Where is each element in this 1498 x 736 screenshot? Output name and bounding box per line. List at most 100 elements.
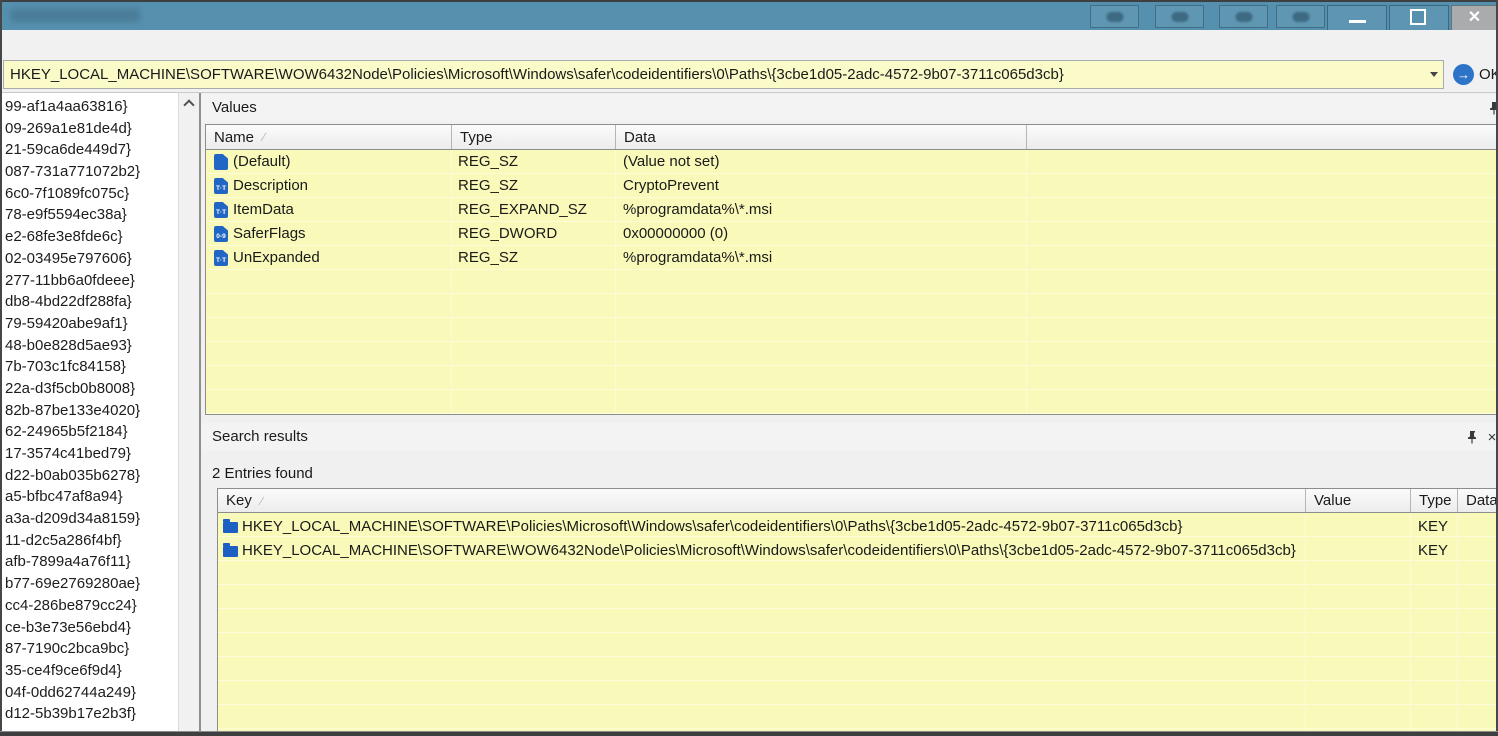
folder-icon xyxy=(223,546,238,557)
search-results-table: Key ∕ Value Type Data HKE xyxy=(217,488,1498,733)
value-data: %programdata%\*.msi xyxy=(623,246,1023,270)
tree-item[interactable]: afb-7899a4a76f11} xyxy=(2,551,178,573)
value-name: UnExpanded xyxy=(233,246,448,270)
tree-item[interactable]: d12-5b39b17e2b3f} xyxy=(2,703,178,725)
value-row[interactable]: (Default) REG_SZ (Value not set) xyxy=(206,150,1498,174)
title-text-remnant xyxy=(10,9,140,22)
tree-item[interactable]: 087-731a771072b2} xyxy=(2,161,178,183)
faded-toolbar-icon xyxy=(1171,12,1188,22)
value-data: 0x00000000 (0) xyxy=(623,222,1023,246)
column-header-data[interactable]: Data xyxy=(1458,489,1498,512)
go-arrow-icon: → xyxy=(1457,67,1470,82)
search-results-panel-header: Search results × xyxy=(201,423,1498,451)
restore-button[interactable] xyxy=(1389,5,1449,31)
window-border-left xyxy=(0,0,2,736)
tree-item[interactable]: 48-b0e828d5ae93} xyxy=(2,335,178,357)
value-row[interactable]: T·T ItemData REG_EXPAND_SZ %programdata%… xyxy=(206,198,1498,222)
go-button[interactable]: → xyxy=(1453,64,1474,85)
address-bar-row: HKEY_LOCAL_MACHINE\SOFTWARE\WOW6432Node\… xyxy=(2,59,1496,93)
tree-item[interactable]: 22a-d3f5cb0b8008} xyxy=(2,378,178,400)
chevron-up-icon xyxy=(183,99,194,110)
close-icon: ✕ xyxy=(1468,10,1481,26)
result-value xyxy=(1314,539,1404,563)
search-results-title: Search results xyxy=(212,428,308,445)
sidebar-scrollbar[interactable] xyxy=(178,93,199,733)
toolbar-area xyxy=(2,30,1496,59)
tree-item[interactable]: 04f-0dd62744a249} xyxy=(2,682,178,704)
search-table-body: HKEY_LOCAL_MACHINE\SOFTWARE\Policies\Mic… xyxy=(218,513,1498,732)
column-header-key[interactable]: Key ∕ xyxy=(218,489,1306,512)
tree-item[interactable]: b77-69e2769280ae} xyxy=(2,573,178,595)
value-type: REG_EXPAND_SZ xyxy=(458,198,613,222)
tree-item[interactable]: 62-24965b5f2184} xyxy=(2,421,178,443)
column-header-value[interactable]: Value xyxy=(1306,489,1411,512)
titlebar-ghost-button-1 xyxy=(1090,5,1139,28)
column-header-type[interactable]: Type xyxy=(452,125,616,149)
titlebar-ghost-button-3 xyxy=(1219,5,1268,28)
value-name: ItemData xyxy=(233,198,448,222)
string-value-icon: T·T xyxy=(214,202,228,218)
tree-item[interactable]: 99-af1a4aa63816} xyxy=(2,96,178,118)
value-name: (Default) xyxy=(233,150,448,174)
string-value-icon: T·T xyxy=(214,250,228,266)
value-row[interactable]: T·T UnExpanded REG_SZ %programdata%\*.ms… xyxy=(206,246,1498,270)
tree-item[interactable]: cc4-286be879cc24} xyxy=(2,595,178,617)
search-result-row[interactable]: HKEY_LOCAL_MACHINE\SOFTWARE\WOW6432Node\… xyxy=(218,539,1498,563)
folder-icon xyxy=(223,522,238,533)
values-panel-header: Values xyxy=(201,94,1498,122)
sort-ascending-icon: ∕ xyxy=(263,130,265,144)
pin-icon[interactable] xyxy=(1464,429,1480,445)
value-data: %programdata%\*.msi xyxy=(623,198,1023,222)
faded-toolbar-icon xyxy=(1292,12,1309,22)
column-header-data[interactable]: Data xyxy=(616,125,1027,149)
tree-item[interactable]: ce-b3e73e56ebd4} xyxy=(2,617,178,639)
registry-tree-sidebar[interactable]: 99-af1a4aa63816} 09-269a1e81de4d} 21-59c… xyxy=(2,93,178,733)
values-table-header: Name ∕ Type Data xyxy=(206,124,1498,150)
registry-editor-window: ✕ HKEY_LOCAL_MACHINE\SOFTWARE\WOW6432Nod… xyxy=(0,0,1498,736)
tree-item[interactable]: d22-b0ab035b6278} xyxy=(2,465,178,487)
address-input[interactable]: HKEY_LOCAL_MACHINE\SOFTWARE\WOW6432Node\… xyxy=(3,60,1444,89)
search-result-row[interactable]: HKEY_LOCAL_MACHINE\SOFTWARE\Policies\Mic… xyxy=(218,515,1498,539)
sort-ascending-icon: ∕ xyxy=(261,494,263,508)
tree-item[interactable]: 87-7190c2bca9bc} xyxy=(2,638,178,660)
tree-item[interactable]: 82b-87be133e4020} xyxy=(2,400,178,422)
column-header-blank[interactable] xyxy=(1027,125,1498,149)
column-header-name[interactable]: Name ∕ xyxy=(206,125,452,149)
values-table-body: (Default) REG_SZ (Value not set) T·T Des… xyxy=(206,150,1498,414)
tree-item[interactable]: 277-11bb6a0fdeee} xyxy=(2,270,178,292)
column-header-type[interactable]: Type xyxy=(1411,489,1458,512)
string-value-icon: T·T xyxy=(214,178,228,194)
tree-item[interactable]: 09-269a1e81de4d} xyxy=(2,118,178,140)
close-button[interactable]: ✕ xyxy=(1451,5,1498,31)
tree-item[interactable]: 17-3574c41bed79} xyxy=(2,443,178,465)
result-data xyxy=(1465,539,1495,563)
address-path-text: HKEY_LOCAL_MACHINE\SOFTWARE\WOW6432Node\… xyxy=(4,66,1064,83)
value-data: (Value not set) xyxy=(623,150,1023,174)
address-dropdown-button[interactable] xyxy=(1424,61,1443,88)
tree-item[interactable]: 78-e9f5594ec38a} xyxy=(2,204,178,226)
result-data xyxy=(1465,515,1495,539)
value-row[interactable]: 0-9 SaferFlags REG_DWORD 0x00000000 (0) xyxy=(206,222,1498,246)
tree-item[interactable]: 79-59420abe9af1} xyxy=(2,313,178,335)
faded-toolbar-icon xyxy=(1235,12,1252,22)
value-name: SaferFlags xyxy=(233,222,448,246)
tree-item[interactable]: a3a-d209d34a8159} xyxy=(2,508,178,530)
value-type: REG_SZ xyxy=(458,246,613,270)
scroll-up-button[interactable] xyxy=(179,93,199,112)
minimize-button[interactable] xyxy=(1327,5,1387,31)
tree-item[interactable]: 7b-703c1fc84158} xyxy=(2,356,178,378)
tree-item[interactable]: 6c0-7f1089fc075c} xyxy=(2,183,178,205)
tree-item[interactable]: db8-4bd22df288fa} xyxy=(2,291,178,313)
value-data: CryptoPrevent xyxy=(623,174,1023,198)
value-row[interactable]: T·T Description REG_SZ CryptoPrevent xyxy=(206,174,1498,198)
tree-item[interactable]: 11-d2c5a286f4bf} xyxy=(2,530,178,552)
tree-item[interactable]: 02-03495e797606} xyxy=(2,248,178,270)
titlebar-ghost-button-2 xyxy=(1155,5,1204,28)
tree-item[interactable]: 21-59ca6de449d7} xyxy=(2,139,178,161)
titlebar-ghost-button-4 xyxy=(1276,5,1325,28)
tree-item[interactable]: a5-bfbc47af8a94} xyxy=(2,486,178,508)
tree-item[interactable]: e2-68fe3e8fde6c} xyxy=(2,226,178,248)
default-value-icon xyxy=(214,154,228,170)
tree-item[interactable]: 35-ce4f9ce6f9d4} xyxy=(2,660,178,682)
title-bar[interactable]: ✕ xyxy=(0,2,1498,30)
